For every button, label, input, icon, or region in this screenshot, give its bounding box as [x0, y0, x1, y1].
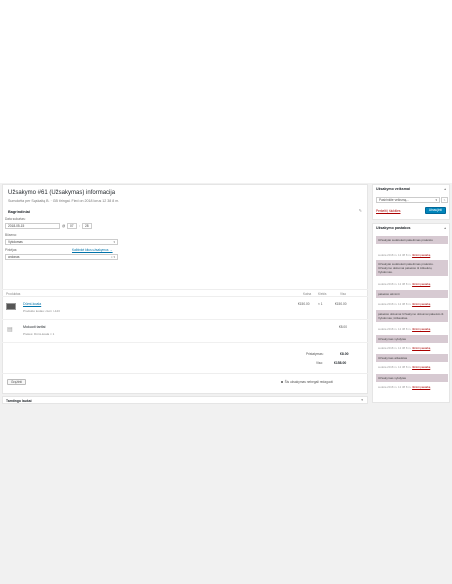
note-meta: sudėta 2018 m. 12 38 8 m. Ištrinti pasta… — [378, 302, 431, 306]
update-button[interactable]: Atnaujinti — [424, 207, 446, 214]
product-sku: Produkto kodas: ciurn r-123 — [23, 309, 60, 313]
truck-icon: ▤ — [7, 327, 13, 333]
order-note: Užsakymas vykdytas — [376, 335, 448, 343]
note-meta: sudėta 2018 m. 12 38 8 m. Ištrinti pasta… — [378, 282, 431, 286]
customer-orders-link[interactable]: Kalbinkė kitus užsakymus → — [72, 248, 113, 252]
delete-note-link[interactable]: Ištrinti pastabą — [412, 302, 430, 306]
minute-input[interactable]: 28 — [82, 223, 92, 229]
shipping-items: Prekės: Dümi-koala × 1 — [23, 332, 55, 336]
order-actions-box: Užsakymo veiksmai ▴ Pasirinkite veiksmą.… — [372, 184, 450, 220]
info-icon — [280, 381, 283, 384]
move-to-trash-link[interactable]: Perkelti į šiukšles — [376, 209, 400, 213]
order-note: Užsakytai sudėtukėti pakeitimas praleist… — [376, 236, 448, 244]
order-total-label: Viso: — [316, 361, 324, 365]
order-note: pakeisto dokumai Užsakymo dokumai pakeis… — [376, 310, 448, 322]
chevron-down-icon[interactable]: ▾ — [361, 398, 363, 402]
items-table-header: Produktas Kaina Kiekis Viso — [2, 289, 368, 297]
order-note: Užsakymas vykdytas — [376, 374, 448, 382]
table-row: Dümi-koala Produkto kodas: ciurn r-123 €… — [2, 298, 368, 320]
items-footer: Grąžinti Šis užsakymas nebegali redaguot… — [2, 373, 368, 393]
note-meta: sudėta 2018 m. 12 38 8 m. Ištrinti pasta… — [378, 327, 431, 331]
delete-note-link[interactable]: Ištrinti pastabą — [412, 253, 430, 257]
order-action-select[interactable]: Pasirinkite veiksmą... ▾ — [376, 197, 440, 203]
date-label: Data sukurtas: — [5, 217, 26, 221]
delete-note-link[interactable]: Ištrinti pastabą — [412, 327, 430, 331]
shipping-name: Mokuoti tarifai — [23, 325, 46, 329]
chevron-up-icon[interactable]: ▴ — [444, 226, 446, 230]
delete-note-link[interactable]: Ištrinti pastabą — [412, 282, 430, 286]
delete-note-link[interactable]: Ištrinti pastabą — [412, 346, 430, 350]
note-meta: sudėta 2018 m. 12 38 8 m. Ištrinti pasta… — [378, 346, 431, 350]
shipping-total-value: €8.00 — [340, 352, 349, 356]
shipping-total-label: Pristatymas: — [306, 352, 324, 356]
status-select[interactable]: Vykdomas ▾ — [5, 239, 118, 245]
apply-action-button[interactable]: > — [441, 197, 448, 203]
order-note: pakeisto atiminti — [376, 290, 448, 298]
note-meta: sudėta 2018 m. 12 38 8 m. Ištrinti pasta… — [378, 253, 431, 257]
hour-input[interactable]: 07 — [67, 223, 77, 229]
chevron-down-icon: ▾ — [435, 198, 437, 202]
blank-header-area — [0, 0, 452, 183]
chevron-down-icon: × ▾ — [110, 255, 115, 259]
customer-select[interactable]: ardonas × ▾ — [5, 254, 118, 260]
order-total-value: €158.00 — [334, 361, 347, 365]
delete-note-link[interactable]: Ištrinti pastabą — [412, 365, 430, 369]
order-edit-page: Užsakymo #61 (Užsakymas) informacija Sum… — [0, 0, 452, 584]
order-note: Užsakymas atšauktas — [376, 354, 448, 362]
edit-note: Šis užsakymas nebegali redaguoti — [280, 380, 333, 384]
product-link[interactable]: Dümi-koala — [23, 302, 41, 306]
refund-button[interactable]: Grąžinti — [7, 379, 26, 385]
general-heading: Bagrindiniai — [8, 210, 30, 214]
chevron-up-icon[interactable]: ▴ — [444, 187, 446, 191]
customer-label: Pirkėjas: — [5, 248, 18, 252]
order-notes-box: Užsakymo pastabos ▴ Užsakytai sudėtukėti… — [372, 223, 450, 403]
page-title: Užsakymo #61 (Užsakymas) informacija — [8, 190, 116, 196]
table-row: ▤ Mokuoti tarifai Prekės: Dümi-koala × 1… — [2, 321, 368, 343]
note-meta: sudėta 2018 m. 12 38 8 m. Ištrinti pasta… — [378, 365, 431, 369]
note-meta: sudėta 2018 m. 12 38 8 m. Ištrinti pasta… — [378, 385, 431, 389]
status-label: Būsena: — [5, 233, 17, 237]
custom-fields-panel[interactable]: Tamtingo laukai ▾ — [2, 396, 368, 404]
date-input[interactable]: 2018-05-15 — [5, 223, 60, 229]
pencil-icon[interactable]: ✎ — [359, 208, 362, 213]
product-thumbnail — [6, 303, 16, 310]
order-note: Užsakytai sudėtukėti pakeitimas praleist… — [376, 260, 448, 276]
order-meta: Sumokėta per Sąskaitą B. · GB tiringai. … — [8, 199, 120, 203]
delete-note-link[interactable]: Ištrinti pastabą — [412, 385, 430, 389]
chevron-down-icon: ▾ — [113, 240, 115, 244]
